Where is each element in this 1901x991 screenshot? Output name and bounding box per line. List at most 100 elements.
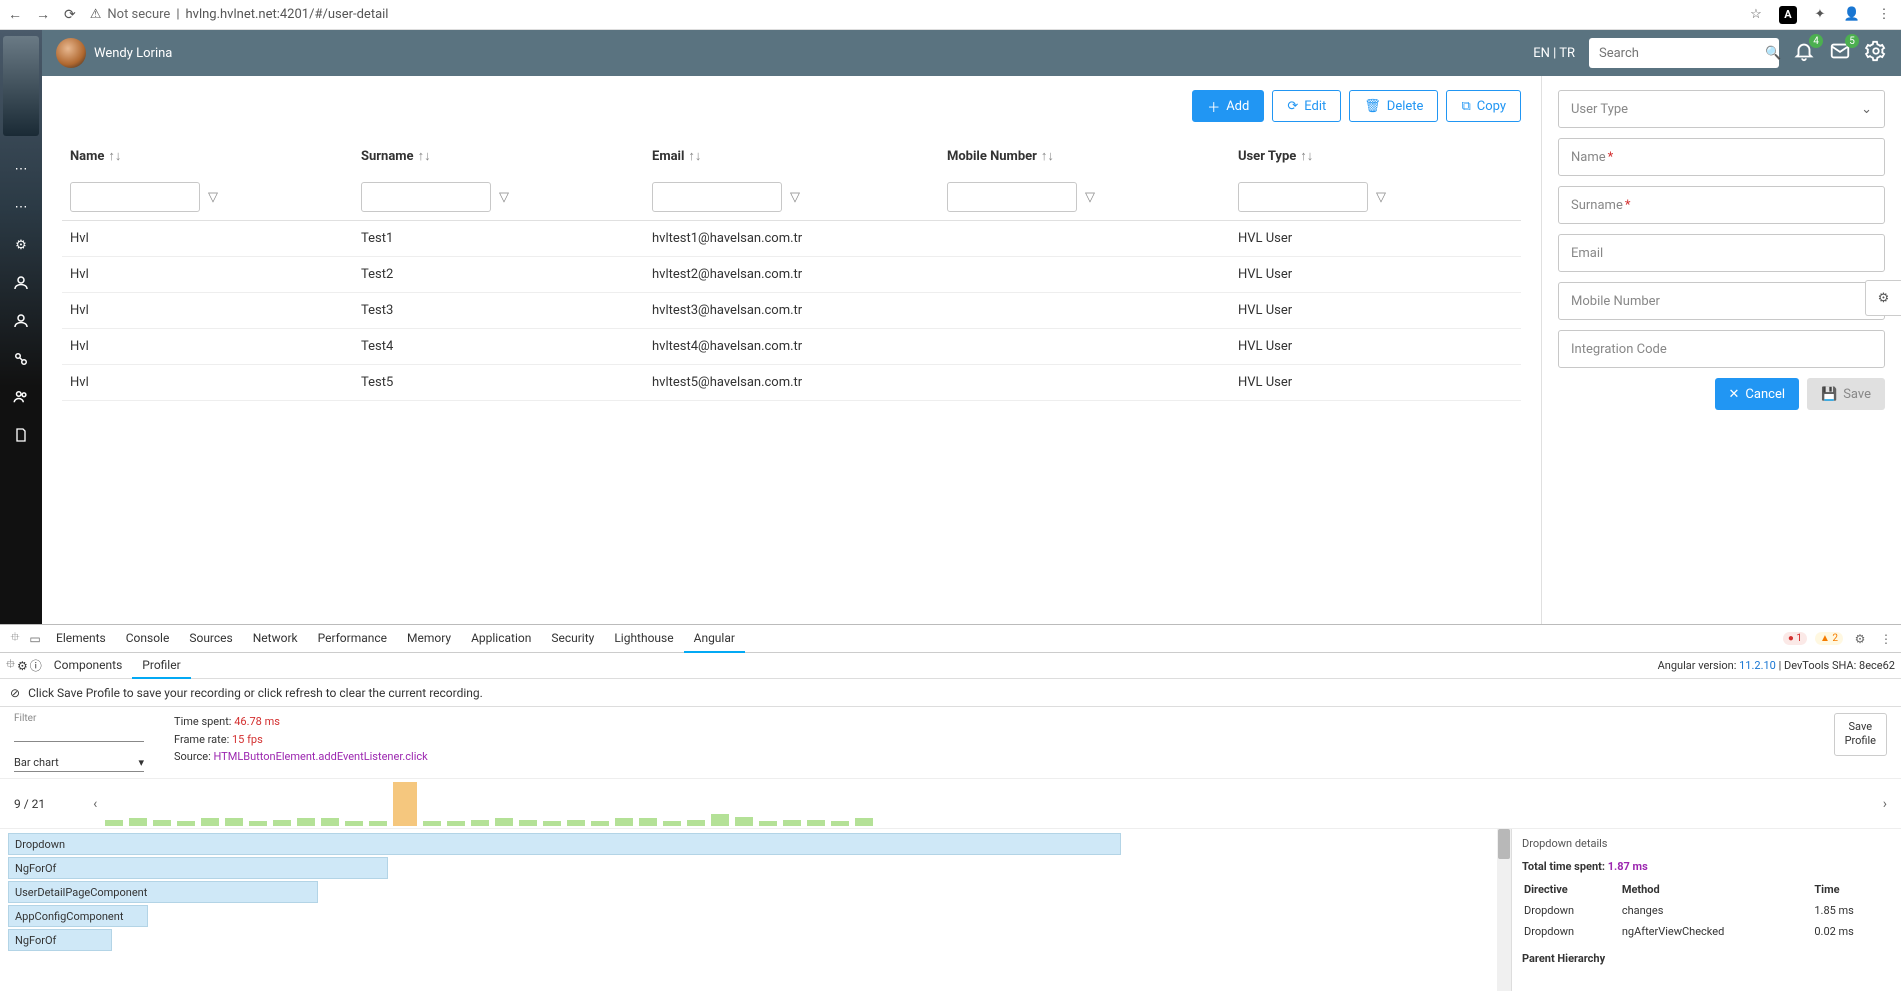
chart-type-select[interactable]: Bar chart▾: [14, 754, 144, 772]
warning-count[interactable]: ▲ 2: [1815, 632, 1843, 645]
bar[interactable]: [129, 818, 147, 826]
surname-field[interactable]: Surname*: [1558, 186, 1885, 224]
bar[interactable]: [615, 818, 633, 826]
tab-console[interactable]: Console: [116, 625, 180, 653]
inspect-icon[interactable]: ⯐: [6, 628, 24, 649]
dt-gear-icon[interactable]: ⚙: [1851, 632, 1869, 646]
filter-icon[interactable]: ▽: [499, 190, 509, 205]
filter-usertype-input[interactable]: [1238, 182, 1368, 212]
filter-icon[interactable]: ▽: [1085, 190, 1095, 205]
flame-list[interactable]: DropdownNgForOfUserDetailPageComponentAp…: [0, 829, 1497, 991]
kebab-icon[interactable]: ⋮: [1875, 6, 1893, 24]
bar[interactable]: [759, 821, 777, 826]
device-icon[interactable]: ▭: [26, 632, 44, 646]
tab-performance[interactable]: Performance: [308, 625, 397, 653]
angular-ext-icon[interactable]: A: [1779, 6, 1797, 24]
tab-application[interactable]: Application: [461, 625, 541, 653]
bar[interactable]: [225, 818, 243, 826]
dt-gear2-icon[interactable]: ⚙: [17, 659, 28, 673]
bar[interactable]: [519, 820, 537, 826]
copy-button[interactable]: ⧉Copy: [1446, 90, 1521, 122]
col-email[interactable]: Email↑↓: [644, 138, 939, 174]
name-field[interactable]: Name*: [1558, 138, 1885, 176]
bar[interactable]: [321, 818, 339, 826]
mail-icon[interactable]: 5: [1829, 40, 1851, 66]
parent-hierarchy-label[interactable]: Parent Hierarchy: [1522, 952, 1891, 965]
prev-frame-icon[interactable]: ‹: [93, 796, 97, 812]
subtab-components[interactable]: Components: [44, 653, 133, 679]
next-frame-icon[interactable]: ›: [1883, 796, 1887, 812]
settings-icon[interactable]: [1865, 40, 1887, 66]
rail-users-icon[interactable]: [10, 386, 32, 408]
bar[interactable]: [783, 820, 801, 826]
cancel-button[interactable]: ✕Cancel: [1715, 378, 1799, 410]
bar[interactable]: [567, 820, 585, 826]
bar[interactable]: [105, 820, 123, 826]
tab-memory[interactable]: Memory: [397, 625, 461, 653]
bar[interactable]: [273, 820, 291, 826]
save-profile-button[interactable]: Save Profile: [1834, 713, 1887, 756]
delete-button[interactable]: 🗑Delete: [1349, 90, 1438, 122]
bar[interactable]: [249, 821, 267, 826]
filter-icon[interactable]: ▽: [208, 190, 218, 205]
col-mobile[interactable]: Mobile Number↑↓: [939, 138, 1230, 174]
bar[interactable]: [735, 817, 753, 826]
floating-gear-icon[interactable]: ⚙: [1865, 280, 1901, 316]
flame-row[interactable]: NgForOf: [8, 857, 388, 879]
bar[interactable]: [345, 821, 363, 826]
filter-icon[interactable]: ▽: [790, 190, 800, 205]
flame-row[interactable]: AppConfigComponent: [8, 905, 148, 927]
col-usertype[interactable]: User Type↑↓: [1230, 138, 1521, 174]
table-row[interactable]: HvlTest4hvltest4@havelsan.com.trHVL User: [62, 329, 1521, 365]
search-input-wrap[interactable]: 🔍: [1589, 38, 1779, 68]
bar[interactable]: [369, 821, 387, 826]
url-text[interactable]: hvlng.hvlnet.net:4201/#/user-detail: [186, 7, 389, 22]
bar[interactable]: [807, 820, 825, 826]
rail-user-icon[interactable]: [10, 272, 32, 294]
scrollbar-thumb[interactable]: [1498, 829, 1510, 859]
col-name[interactable]: Name↑↓: [62, 138, 353, 174]
bar[interactable]: [423, 821, 441, 826]
no-icon[interactable]: ⊘: [10, 686, 20, 700]
source-value[interactable]: HTMLButtonElement.addEventListener.click: [213, 750, 427, 763]
table-row[interactable]: HvlTest2hvltest2@havelsan.com.trHVL User: [62, 257, 1521, 293]
table-row[interactable]: HvlTest3hvltest3@havelsan.com.trHVL User: [62, 293, 1521, 329]
bar[interactable]: [495, 818, 513, 826]
search-icon[interactable]: 🔍: [1765, 46, 1781, 61]
tab-elements[interactable]: Elements: [46, 625, 116, 653]
rail-user2-icon[interactable]: [10, 310, 32, 332]
edit-button[interactable]: ⟳Edit: [1272, 90, 1341, 122]
rail-gear-icon[interactable]: ⚙: [10, 234, 32, 256]
scrollbar[interactable]: [1497, 829, 1511, 991]
tab-sources[interactable]: Sources: [179, 625, 242, 653]
rail-dots-icon[interactable]: ⋯: [10, 158, 32, 180]
bell-icon[interactable]: 4: [1793, 40, 1815, 66]
bar[interactable]: [663, 821, 681, 826]
profiler-filter-input[interactable]: [14, 724, 144, 742]
filter-surname-input[interactable]: [361, 182, 491, 212]
usertype-select[interactable]: User Type⌄: [1558, 90, 1885, 128]
star-icon[interactable]: ☆: [1747, 6, 1765, 24]
bar[interactable]: [711, 814, 729, 826]
forward-icon[interactable]: →: [36, 6, 50, 23]
profile-icon[interactable]: 👤: [1843, 6, 1861, 24]
bar[interactable]: [201, 818, 219, 826]
add-button[interactable]: ＋Add: [1192, 90, 1264, 122]
col-surname[interactable]: Surname↑↓: [353, 138, 644, 174]
tab-security[interactable]: Security: [541, 625, 604, 653]
integration-field[interactable]: Integration Code: [1558, 330, 1885, 368]
dt-info-icon[interactable]: ⓘ: [30, 657, 42, 674]
bar[interactable]: [297, 818, 315, 826]
table-row[interactable]: HvlTest5hvltest5@havelsan.com.trHVL User: [62, 365, 1521, 401]
bar[interactable]: [855, 818, 873, 826]
bar[interactable]: [591, 821, 609, 826]
rail-link-icon[interactable]: [10, 348, 32, 370]
table-row[interactable]: HvlTest1hvltest1@havelsan.com.trHVL User: [62, 221, 1521, 257]
tab-lighthouse[interactable]: Lighthouse: [604, 625, 683, 653]
bar[interactable]: [831, 821, 849, 826]
extensions-icon[interactable]: ✦: [1811, 6, 1829, 24]
reload-icon[interactable]: ⟳: [64, 7, 76, 23]
filter-mobile-input[interactable]: [947, 182, 1077, 212]
flame-row[interactable]: Dropdown: [8, 833, 1121, 855]
dt-kebab-icon[interactable]: ⋮: [1877, 632, 1895, 646]
